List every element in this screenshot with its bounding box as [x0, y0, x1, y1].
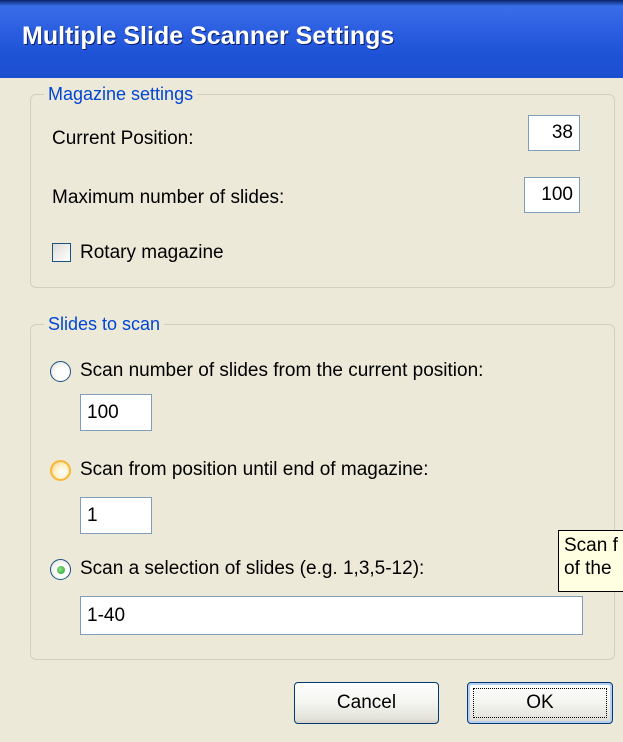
scan-until-end-radio[interactable] — [50, 460, 71, 481]
current-position-label: Current Position: — [52, 128, 194, 149]
tooltip-line-2: of the — [564, 558, 612, 579]
scan-from-current-label[interactable]: Scan number of slides from the current p… — [80, 360, 483, 382]
scan-start-position-input[interactable]: 1 — [80, 497, 152, 534]
window-title: Multiple Slide Scanner Settings — [22, 22, 395, 50]
slide-selection-input[interactable]: 1-40 — [80, 596, 583, 635]
scan-from-current-radio[interactable] — [50, 361, 71, 382]
ok-button[interactable]: OK — [467, 682, 613, 724]
rotary-magazine-checkbox[interactable] — [52, 243, 71, 262]
current-position-input[interactable]: 38 — [528, 115, 580, 151]
scan-count-input[interactable]: 100 — [80, 394, 152, 431]
dialog-window: Multiple Slide Scanner Settings Magazine… — [0, 0, 623, 742]
cancel-button[interactable]: Cancel — [294, 682, 439, 724]
tooltip: Scan f of the — [558, 530, 623, 592]
max-slides-label: Maximum number of slides: — [52, 187, 285, 208]
scan-selection-label[interactable]: Scan a selection of slides (e.g. 1,3,5-1… — [80, 558, 424, 580]
tooltip-line-1: Scan f — [564, 535, 618, 556]
scan-until-end-label[interactable]: Scan from position until end of magazine… — [80, 459, 429, 481]
ok-button-label: OK — [526, 692, 554, 713]
max-slides-input[interactable]: 100 — [524, 177, 580, 213]
magazine-settings-legend: Magazine settings — [44, 84, 198, 105]
scan-selection-radio[interactable] — [50, 559, 71, 580]
title-bar[interactable]: Multiple Slide Scanner Settings — [0, 0, 623, 78]
rotary-magazine-label[interactable]: Rotary magazine — [80, 242, 224, 264]
slides-to-scan-legend: Slides to scan — [44, 314, 165, 335]
radio-selected-dot — [56, 565, 65, 574]
